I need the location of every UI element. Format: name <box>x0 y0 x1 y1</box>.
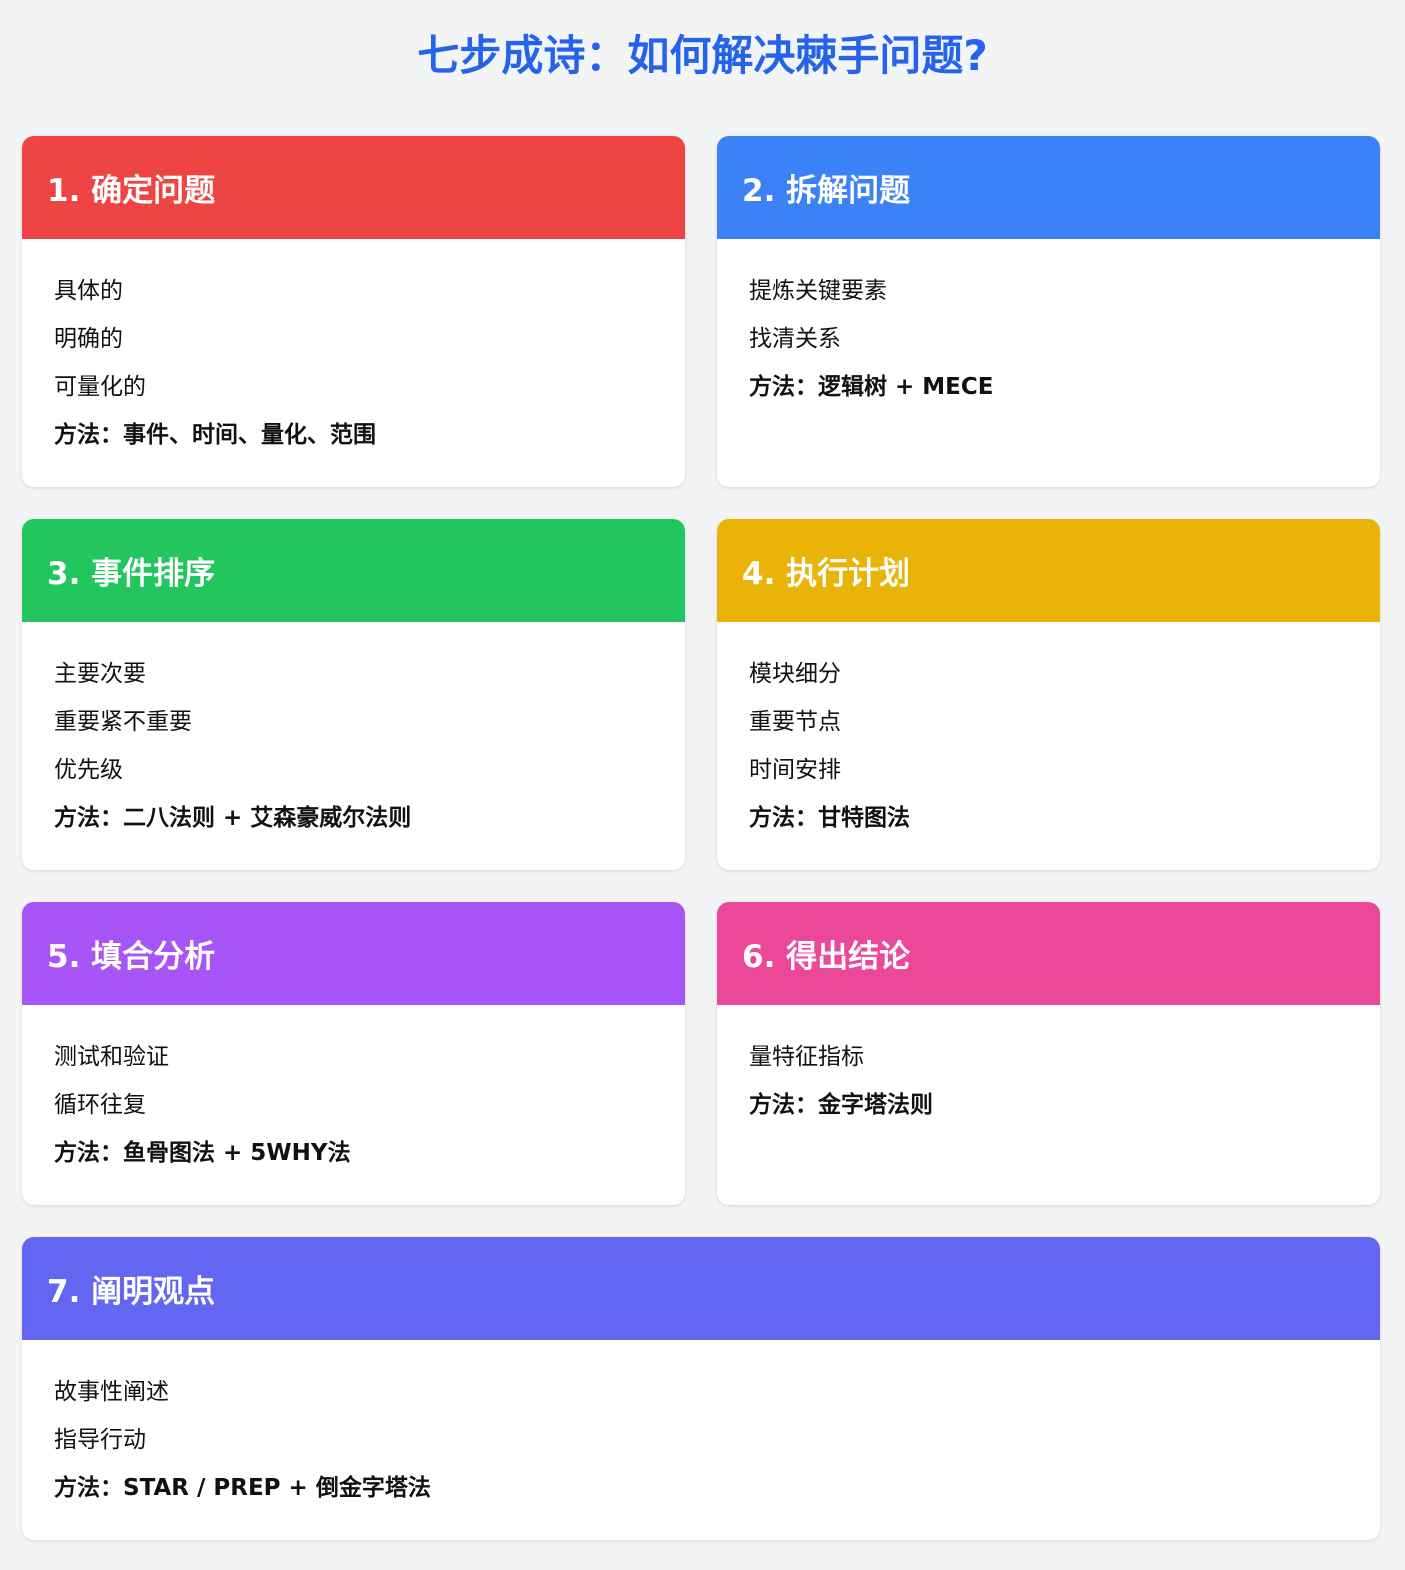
page-title: 七步成诗：如何解决棘手问题? <box>417 31 988 80</box>
step-method: 方法：STAR / PREP + 倒金字塔法 <box>54 1475 431 1501</box>
step-card-7: 7. 阐明观点故事性阐述指导行动方法：STAR / PREP + 倒金字塔法 <box>22 1237 1380 1540</box>
step-item: 循环往复 <box>54 1092 146 1118</box>
step-item: 模块细分 <box>749 661 841 687</box>
step-item: 具体的 <box>54 278 123 304</box>
step-item: 时间安排 <box>749 757 841 783</box>
step-item: 提炼关键要素 <box>749 278 887 304</box>
step-item: 测试和验证 <box>54 1044 169 1070</box>
step-heading: 5. 填合分析 <box>22 902 685 1005</box>
step-heading: 4. 执行计划 <box>717 519 1380 622</box>
step-item: 量特征指标 <box>749 1044 864 1070</box>
step-card-4: 4. 执行计划模块细分重要节点时间安排方法：甘特图法 <box>717 519 1380 870</box>
step-item: 重要节点 <box>749 709 841 735</box>
steps-grid: 1. 确定问题 具体的 明确的 可量化的 方法：事件、时间、量化、范围 2. 拆解问题 提炼… <box>22 136 1380 1540</box>
step-body: 测试和验证循环往复方法：鱼骨图法 + 5WHY法 <box>22 1005 685 1205</box>
step-heading: 7. 阐明观点 <box>22 1237 1380 1340</box>
step-card-1: 1. 确定问题具体的明确的可量化的方法：事件、时间、量化、范围 <box>22 136 685 487</box>
step-heading: 6. 得出结论 <box>717 902 1380 1005</box>
step-item: 优先级 <box>54 757 123 783</box>
step-method: 方法：事件、时间、量化、范围 <box>54 422 376 448</box>
step-method: 方法：甘特图法 <box>749 805 910 831</box>
step-card-6: 6. 得出结论量特征指标方法：金字塔法则 <box>717 902 1380 1205</box>
step-method: 方法：鱼骨图法 + 5WHY法 <box>54 1140 351 1166</box>
step-method: 方法：二八法则 + 艾森豪威尔法则 <box>54 805 412 831</box>
step-body: 提炼关键要素 找清关系方法：逻辑树 + MECE <box>717 239 1380 439</box>
step-item: 主要次要 <box>54 661 146 687</box>
step-item: 指导行动 <box>54 1427 146 1453</box>
step-body: 具体的明确的可量化的方法：事件、时间、量化、范围 <box>22 239 685 487</box>
step-body: 主要次要重要紧不重要 优先级方法：二八法则 + 艾森豪威尔法则 <box>22 622 685 870</box>
step-card-5: 5. 填合分析测试和验证循环往复方法：鱼骨图法 + 5WHY法 <box>22 902 685 1205</box>
step-card-3: 3. 事件排序主要次要重要紧不重要 优先级方法：二八法则 + 艾森豪威尔法则 <box>22 519 685 870</box>
step-heading: 3. 事件排序 <box>22 519 685 622</box>
step-item: 故事性阐述 <box>54 1379 169 1405</box>
step-item: 找清关系 <box>749 326 841 352</box>
step-method: 方法：金字塔法则 <box>749 1092 933 1118</box>
step-body: 故事性阐述指导行动方法：STAR / PREP + 倒金字塔法 <box>22 1340 1380 1540</box>
step-heading: 1. 确定问题 <box>22 136 685 239</box>
step-body: 量特征指标方法：金字塔法则 <box>717 1005 1380 1157</box>
step-method: 方法：逻辑树 + MECE <box>749 374 994 400</box>
step-item: 重要紧不重要 <box>54 709 192 735</box>
step-card-2: 2. 拆解问题提炼关键要素 找清关系方法：逻辑树 + MECE <box>717 136 1380 487</box>
step-item: 明确的 <box>54 326 123 352</box>
step-heading: 2. 拆解问题 <box>717 136 1380 239</box>
step-item: 可量化的 <box>54 374 146 400</box>
step-body: 模块细分重要节点时间安排方法：甘特图法 <box>717 622 1380 870</box>
